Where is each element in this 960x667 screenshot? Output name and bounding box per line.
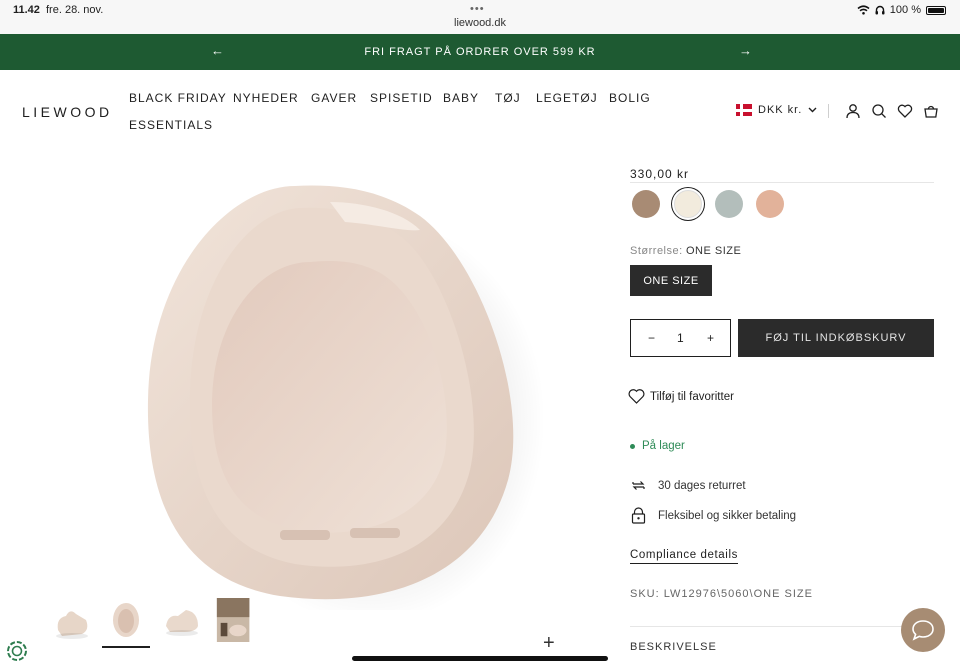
nav-item-gaver[interactable]: GAVER <box>311 91 357 105</box>
arrow-right-icon[interactable]: → <box>739 43 752 58</box>
payment-info: Fleksibel og sikker betaling <box>631 507 796 524</box>
secure-lock-icon <box>631 507 646 524</box>
add-to-favorites-link[interactable]: Tilføj til favoritter <box>628 389 734 404</box>
logo[interactable]: LIEWOOD <box>22 104 113 120</box>
nav-item-bolig[interactable]: BOLIG <box>609 91 651 105</box>
description-accordion[interactable]: BESKRIVELSE <box>630 641 717 653</box>
chevron-down-icon <box>808 107 817 113</box>
size-label: Størrelse: <box>630 245 683 257</box>
stock-dot-icon <box>630 443 635 449</box>
color-swatch-peach[interactable] <box>756 190 784 218</box>
nav-item-baby[interactable]: BABY <box>443 91 479 105</box>
nav-item-toj[interactable]: TØJ <box>495 91 521 105</box>
quantity-value[interactable]: 1 <box>677 331 684 345</box>
status-time: 11.42 <box>13 4 40 16</box>
wifi-icon <box>857 5 870 15</box>
size-value: ONE SIZE <box>686 245 742 257</box>
currency-selector[interactable]: DKK kr. <box>736 104 817 116</box>
sku-text: SKU: LW12976\5060\ONE SIZE <box>630 588 813 600</box>
thumbnail-2[interactable] <box>106 600 146 644</box>
color-swatch-brown[interactable] <box>632 190 660 218</box>
status-indicators: 100 % <box>857 4 946 16</box>
denmark-flag-icon <box>736 104 752 116</box>
announcement-text: FRI FRAGT PÅ ORDRER OVER 599 KR <box>364 46 596 58</box>
chat-button[interactable] <box>901 608 945 652</box>
nav-item-essentials[interactable]: ESSENTIALS <box>129 118 213 132</box>
size-option-button[interactable]: ONE SIZE <box>630 265 712 296</box>
minus-icon[interactable]: − <box>648 331 655 345</box>
color-swatch-grey[interactable] <box>715 190 743 218</box>
home-indicator <box>352 656 608 661</box>
returns-info: 30 dages returret <box>631 478 746 493</box>
compliance-details-link[interactable]: Compliance details <box>630 549 738 564</box>
thumbnail-3[interactable] <box>162 600 202 644</box>
quantity-stepper: − 1 + <box>630 319 731 357</box>
more-dots-icon[interactable]: ••• <box>470 3 485 15</box>
return-arrows-icon <box>632 481 645 490</box>
battery-icon <box>926 5 946 15</box>
status-bar: 11.42 fre. 28. nov. ••• liewood.dk 100 % <box>0 0 960 34</box>
thumbnail-active-indicator <box>102 646 150 648</box>
nav-item-nyheder[interactable]: NYHEDER <box>233 91 299 105</box>
account-icon[interactable] <box>845 103 861 119</box>
thumbnail-1[interactable] <box>52 600 92 644</box>
nav-item-spisetid[interactable]: SPISETID <box>370 91 433 105</box>
divider <box>630 182 934 183</box>
currency-label: DKK kr. <box>758 104 803 116</box>
stock-status: På lager <box>630 440 685 452</box>
zoom-plus-icon[interactable]: + <box>543 632 555 655</box>
payment-label: Fleksibel og sikker betaling <box>658 509 797 522</box>
product-price: 330,00 kr <box>630 167 690 181</box>
battery-percent: 100 % <box>889 4 921 16</box>
favorites-label: Tilføj til favoritter <box>650 390 734 403</box>
status-date: fre. 28. nov. <box>46 4 104 16</box>
heart-icon[interactable] <box>897 103 913 119</box>
nav-item-legetoj[interactable]: LEGETØJ <box>536 91 598 105</box>
product-image <box>147 185 545 610</box>
stock-label: På lager <box>642 440 685 452</box>
color-swatch-cream[interactable] <box>674 190 702 218</box>
nav-item-black-friday[interactable]: BLACK FRIDAY <box>129 91 227 105</box>
header-divider <box>828 104 829 118</box>
divider <box>630 626 934 627</box>
heart-icon <box>628 389 645 404</box>
plus-icon[interactable]: + <box>707 331 714 345</box>
headphones-icon <box>875 5 885 15</box>
add-to-cart-button[interactable]: FØJ TIL INDKØBSKURV <box>738 319 934 357</box>
announcement-bar: ← FRI FRAGT PÅ ORDRER OVER 599 KR → <box>0 34 960 70</box>
cart-icon[interactable] <box>923 103 939 119</box>
thumbnail-4[interactable] <box>216 598 256 642</box>
eco-badge-icon[interactable] <box>6 640 28 662</box>
chat-bubble-icon <box>912 620 934 641</box>
search-icon[interactable] <box>871 103 887 119</box>
address-bar[interactable]: liewood.dk <box>0 17 960 29</box>
returns-label: 30 dages returret <box>658 479 746 492</box>
